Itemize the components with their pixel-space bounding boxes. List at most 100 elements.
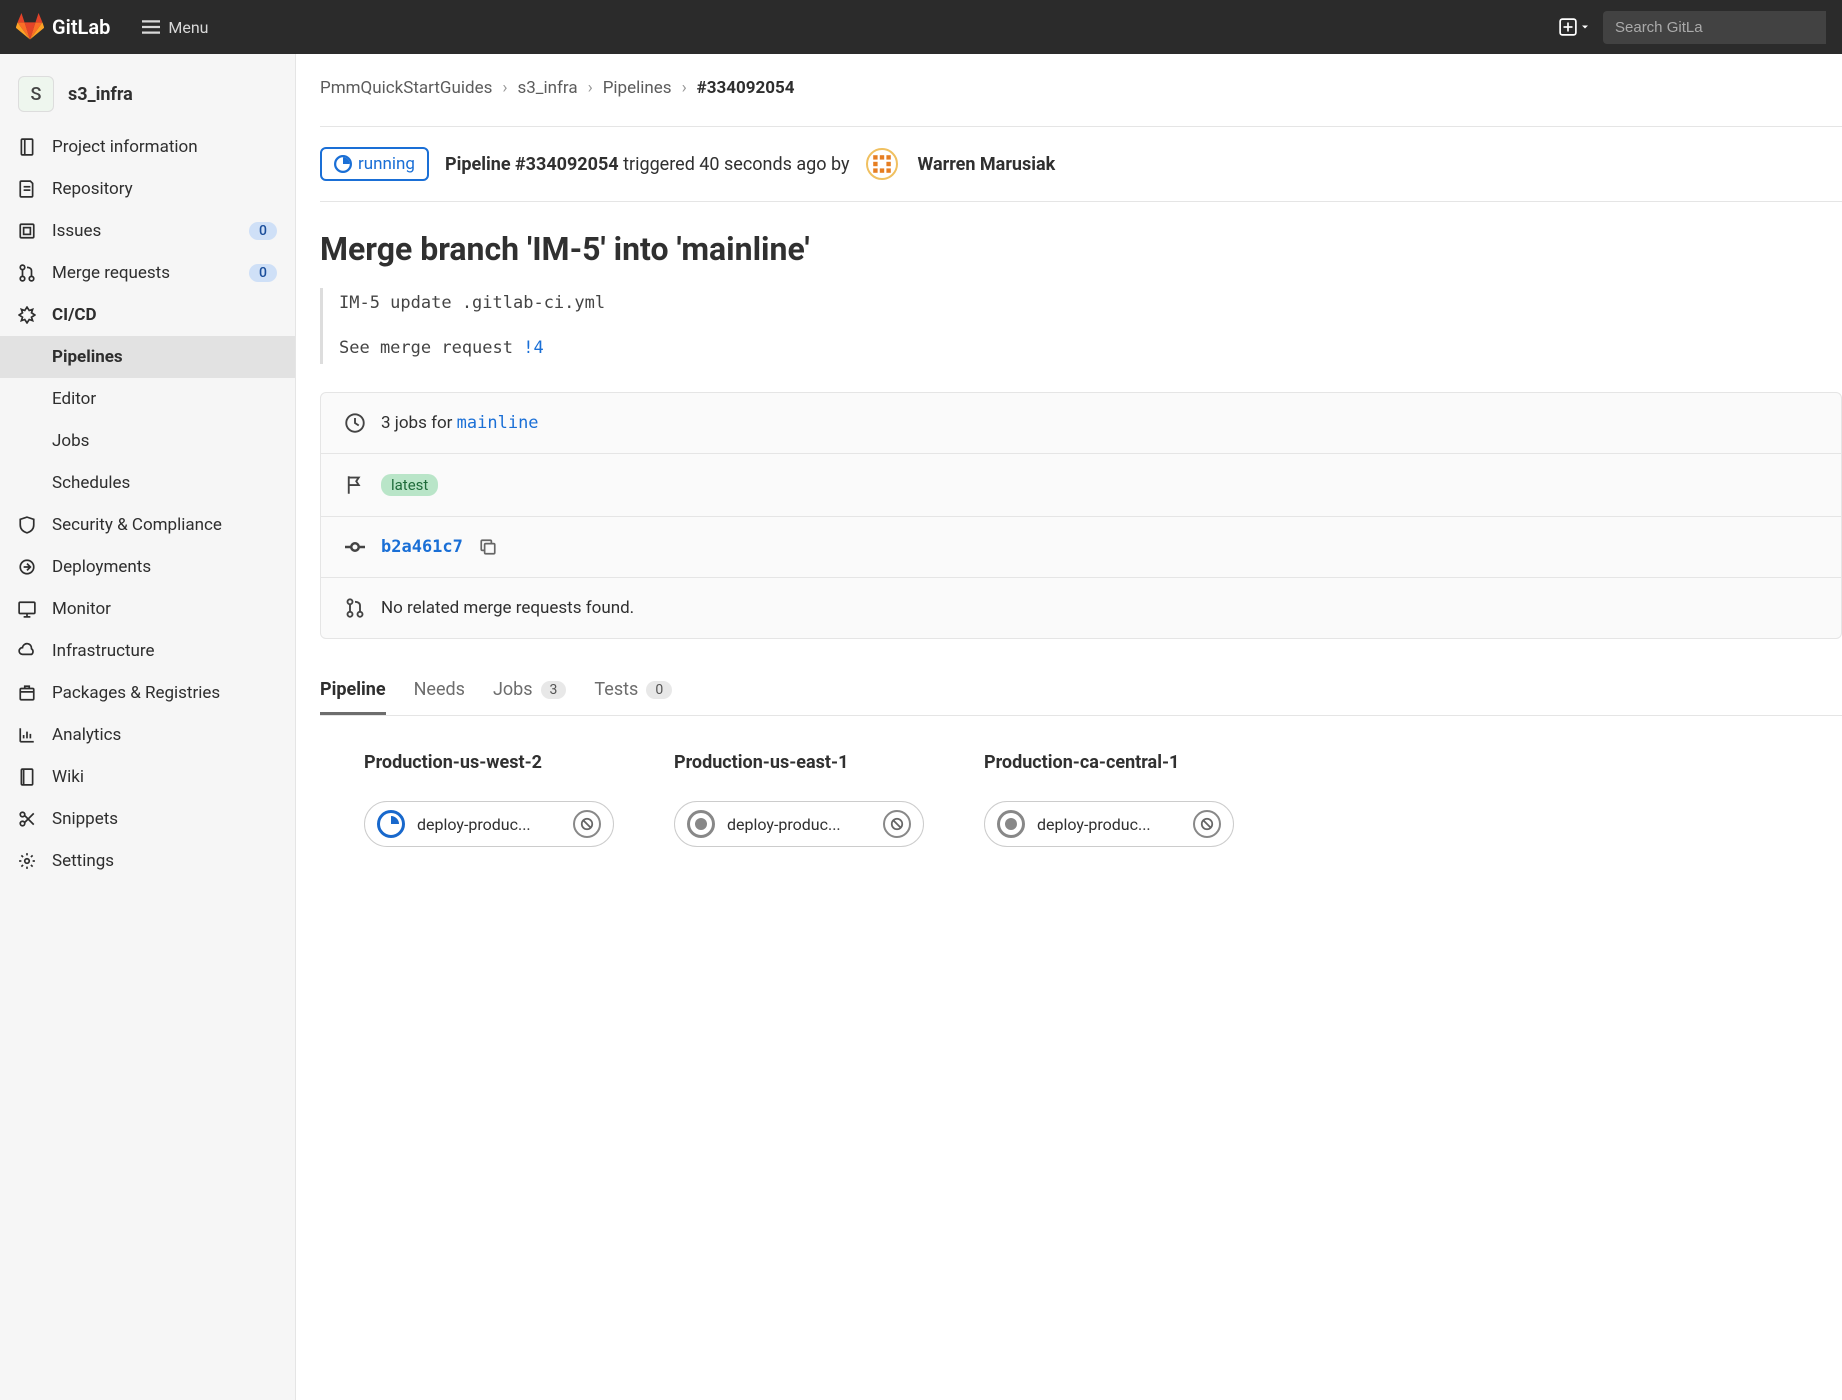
menu-toggle[interactable]: Menu bbox=[142, 18, 208, 37]
job-cancel-button[interactable] bbox=[883, 810, 911, 838]
sidebar-item-label: Project information bbox=[52, 137, 277, 157]
mr-badge: 0 bbox=[249, 264, 277, 282]
commit-msg-line: IM-5 update .gitlab-ci.yml bbox=[339, 290, 1842, 317]
sidebar: S s3_infra Project information Repositor… bbox=[0, 54, 296, 1400]
stage-name: Production-ca-central-1 bbox=[984, 752, 1254, 773]
breadcrumb: PmmQuickStartGuides › s3_infra › Pipelin… bbox=[320, 78, 1842, 98]
breadcrumb-item[interactable]: PmmQuickStartGuides bbox=[320, 78, 492, 98]
menu-label: Menu bbox=[168, 18, 208, 37]
project-avatar: S bbox=[18, 76, 54, 112]
sidebar-item-deployments[interactable]: Deployments bbox=[0, 546, 295, 588]
merge-icon bbox=[18, 264, 36, 282]
sidebar-item-label: CI/CD bbox=[52, 305, 277, 325]
sidebar-item-wiki[interactable]: Wiki bbox=[0, 756, 295, 798]
tab-label: Jobs bbox=[493, 679, 533, 700]
breadcrumb-item[interactable]: s3_infra bbox=[517, 78, 577, 98]
tab-count: 0 bbox=[646, 681, 672, 699]
main-content: PmmQuickStartGuides › s3_infra › Pipelin… bbox=[296, 54, 1842, 871]
gear-icon bbox=[18, 852, 36, 870]
sidebar-item-security[interactable]: Security & Compliance bbox=[0, 504, 295, 546]
tab-needs[interactable]: Needs bbox=[414, 667, 465, 715]
sidebar-item-monitor[interactable]: Monitor bbox=[0, 588, 295, 630]
sidebar-item-infrastructure[interactable]: Infrastructure bbox=[0, 630, 295, 672]
sidebar-item-label: Wiki bbox=[52, 767, 277, 787]
breadcrumb-current: #334092054 bbox=[697, 78, 795, 98]
status-text: running bbox=[358, 154, 415, 174]
sidebar-item-snippets[interactable]: Snippets bbox=[0, 798, 295, 840]
author-avatar[interactable] bbox=[866, 148, 898, 180]
tab-label: Needs bbox=[414, 679, 465, 700]
cicd-icon bbox=[18, 306, 36, 324]
commit-icon bbox=[345, 537, 365, 557]
scissors-icon bbox=[18, 810, 36, 828]
sidebar-item-issues[interactable]: Issues 0 bbox=[0, 210, 295, 252]
issues-icon bbox=[18, 222, 36, 240]
job-pill[interactable]: deploy-produc... bbox=[984, 801, 1234, 847]
job-cancel-button[interactable] bbox=[1193, 810, 1221, 838]
author-name[interactable]: Warren Marusiak bbox=[918, 154, 1056, 175]
sidebar-item-label: Security & Compliance bbox=[52, 515, 277, 535]
commit-title: Merge branch 'IM-5' into 'mainline' bbox=[320, 230, 1842, 268]
info-row-jobs: 3 jobs for mainline bbox=[321, 393, 1841, 454]
branch-link[interactable]: mainline bbox=[457, 413, 539, 433]
mr-prefix: See merge request bbox=[339, 338, 523, 358]
sidebar-item-project-info[interactable]: Project information bbox=[0, 126, 295, 168]
clock-icon bbox=[345, 413, 365, 433]
sidebar-item-label: Repository bbox=[52, 179, 277, 199]
mr-link[interactable]: !4 bbox=[523, 338, 543, 358]
stage-column: Production-us-west-2 deploy-produc... bbox=[364, 752, 634, 847]
sha-link[interactable]: b2a461c7 bbox=[381, 537, 463, 557]
job-pill[interactable]: deploy-produc... bbox=[674, 801, 924, 847]
pipeline-id: Pipeline #334092054 bbox=[445, 154, 619, 175]
cancel-icon bbox=[1200, 817, 1214, 831]
top-header: GitLab Menu bbox=[0, 0, 1842, 54]
subnav-editor[interactable]: Editor bbox=[0, 378, 295, 420]
subnav-jobs[interactable]: Jobs bbox=[0, 420, 295, 462]
tab-jobs[interactable]: Jobs 3 bbox=[493, 667, 566, 715]
search-input[interactable] bbox=[1603, 11, 1826, 44]
job-status-running-icon bbox=[377, 810, 405, 838]
stage-name: Production-us-west-2 bbox=[364, 752, 634, 773]
cancel-icon bbox=[580, 817, 594, 831]
job-status-manual-icon bbox=[687, 810, 715, 838]
jobs-count-text: 3 jobs for bbox=[381, 413, 457, 433]
tabs: Pipeline Needs Jobs 3 Tests 0 bbox=[320, 667, 1842, 716]
mr-none-text: No related merge requests found. bbox=[381, 598, 634, 618]
sidebar-item-analytics[interactable]: Analytics bbox=[0, 714, 295, 756]
sidebar-item-cicd[interactable]: CI/CD bbox=[0, 294, 295, 336]
job-pill[interactable]: deploy-produc... bbox=[364, 801, 614, 847]
new-dropdown[interactable] bbox=[1559, 18, 1591, 36]
job-cancel-button[interactable] bbox=[573, 810, 601, 838]
sidebar-item-label: Packages & Registries bbox=[52, 683, 277, 703]
running-icon bbox=[334, 155, 352, 173]
job-name: deploy-produc... bbox=[727, 815, 871, 834]
project-header[interactable]: S s3_infra bbox=[0, 62, 295, 126]
pipeline-triggered: triggered 40 seconds ago by bbox=[619, 154, 850, 175]
repository-icon bbox=[18, 180, 36, 198]
sidebar-item-merge-requests[interactable]: Merge requests 0 bbox=[0, 252, 295, 294]
copy-icon[interactable] bbox=[479, 538, 497, 556]
status-badge-running[interactable]: running bbox=[320, 147, 429, 181]
identicon-icon bbox=[871, 153, 893, 175]
subnav-schedules[interactable]: Schedules bbox=[0, 462, 295, 504]
chevron-right-icon: › bbox=[502, 78, 507, 98]
cancel-icon bbox=[890, 817, 904, 831]
rocket-icon bbox=[18, 558, 36, 576]
tab-pipeline[interactable]: Pipeline bbox=[320, 667, 386, 715]
job-name: deploy-produc... bbox=[1037, 815, 1181, 834]
sidebar-item-settings[interactable]: Settings bbox=[0, 840, 295, 882]
breadcrumb-item[interactable]: Pipelines bbox=[603, 78, 672, 98]
gitlab-logo[interactable]: GitLab bbox=[16, 13, 110, 41]
subnav-pipelines[interactable]: Pipelines bbox=[0, 336, 295, 378]
brand-text: GitLab bbox=[52, 15, 110, 39]
sidebar-item-packages[interactable]: Packages & Registries bbox=[0, 672, 295, 714]
tab-count: 3 bbox=[541, 681, 567, 699]
commit-msg-line: See merge request !4 bbox=[339, 335, 1842, 362]
info-row-tag: latest bbox=[321, 454, 1841, 517]
sidebar-item-label: Snippets bbox=[52, 809, 277, 829]
tab-tests[interactable]: Tests 0 bbox=[594, 667, 672, 715]
sidebar-item-repository[interactable]: Repository bbox=[0, 168, 295, 210]
tab-label: Tests bbox=[594, 679, 638, 700]
chevron-down-icon bbox=[1579, 21, 1591, 33]
pipeline-info-box: 3 jobs for mainline latest b2a461c7 No r… bbox=[320, 392, 1842, 639]
